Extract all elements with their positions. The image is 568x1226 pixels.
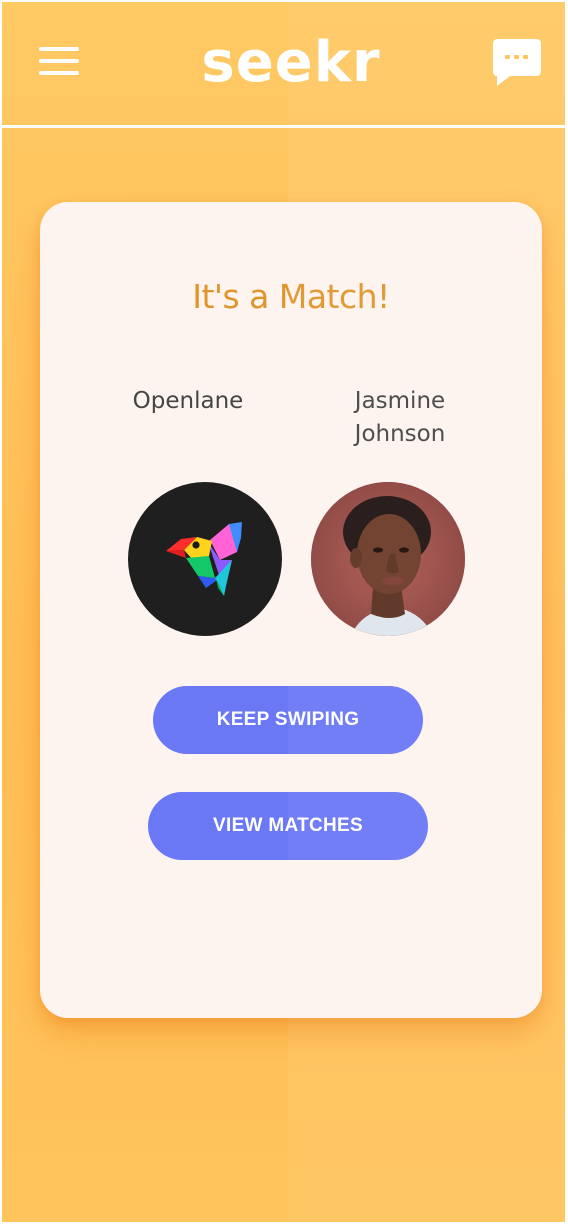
menu-button[interactable] [36,44,82,78]
view-matches-button[interactable]: VIEW MATCHES [148,792,428,860]
app-logo: seekr [201,30,381,95]
candidate-name: Jasmine Johnson [340,385,460,451]
candidate-last-name: Johnson [354,421,446,447]
top-bar: seekr [2,2,565,126]
match-card: It's a Match! Openlane Jasmine Johnson K… [40,202,542,1018]
openlane-bird-logo [166,522,242,596]
messages-button[interactable] [492,38,542,88]
keep-swiping-button[interactable]: KEEP SWIPING [153,686,423,754]
app-screen: seekr It's a Match! Openlane Jasmine Joh… [2,2,565,1222]
candidate-first-name: Jasmine [354,388,446,414]
header-divider [2,125,565,128]
candidate-avatar [311,482,465,636]
match-title: It's a Match! [192,277,390,316]
profile-photo [311,482,465,636]
chat-bubble-icon [493,39,541,86]
company-avatar [128,482,282,636]
company-name: Openlane [132,388,244,414]
